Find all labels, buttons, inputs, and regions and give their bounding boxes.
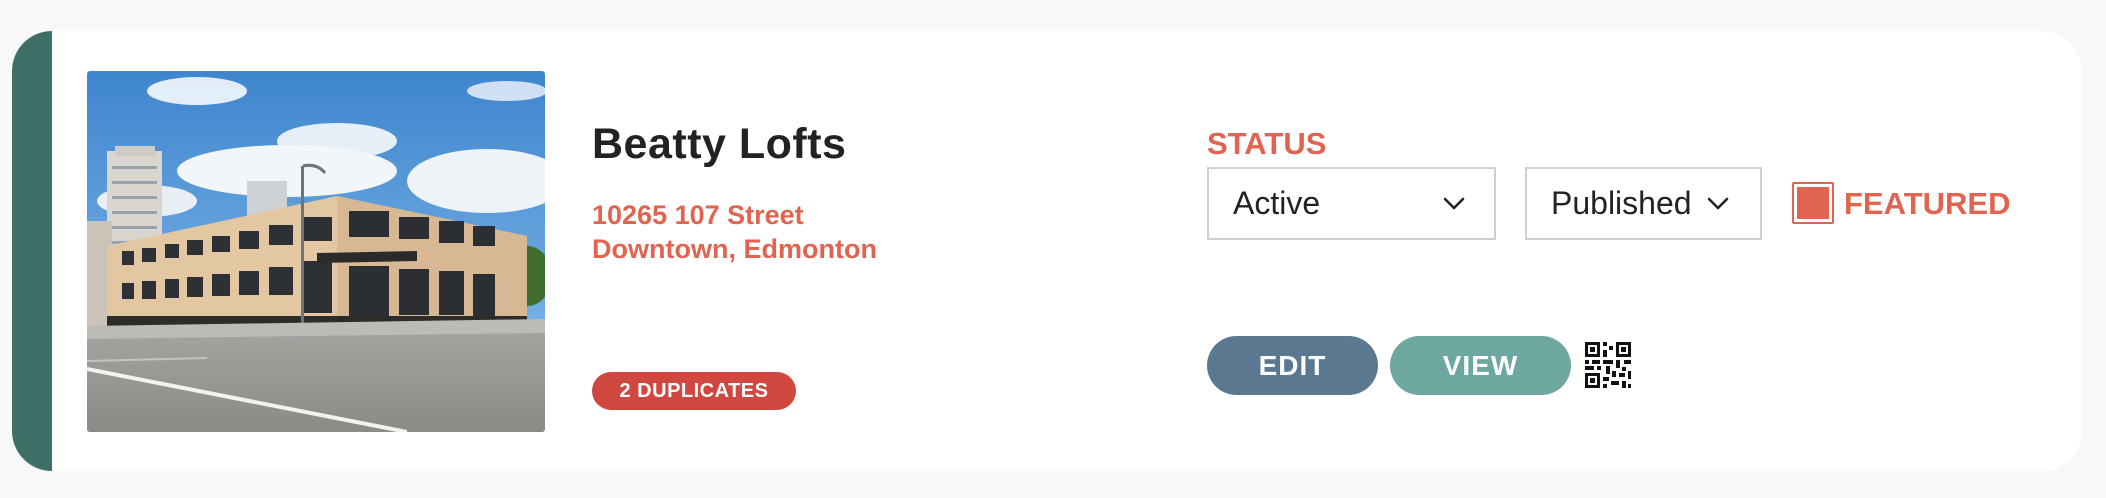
status-select-value: Active xyxy=(1233,185,1321,221)
address-line-street: 10265 107 Street xyxy=(592,200,804,230)
listing-title: Beatty Lofts xyxy=(592,120,847,168)
chevron-down-icon xyxy=(1443,197,1465,209)
duplicates-badge[interactable]: 2 DUPLICATES xyxy=(592,372,796,410)
status-select[interactable]: Active xyxy=(1207,167,1496,240)
chevron-down-icon xyxy=(1707,197,1729,209)
qr-code-icon[interactable] xyxy=(1584,341,1632,389)
listing-card: Beatty Lofts 10265 107 Street Downtown, … xyxy=(12,31,2082,471)
featured-label: FEATURED xyxy=(1844,185,2011,221)
address-line-area: Downtown, Edmonton xyxy=(592,234,877,264)
listing-address: 10265 107 Street Downtown, Edmonton xyxy=(592,198,877,266)
featured-toggle[interactable]: FEATURED xyxy=(1792,182,2010,224)
edit-button[interactable]: EDIT xyxy=(1207,336,1378,395)
card-accent-bar xyxy=(12,31,52,471)
publish-select-value: Published xyxy=(1551,185,1692,221)
publish-select[interactable]: Published xyxy=(1525,167,1762,240)
view-button[interactable]: VIEW xyxy=(1390,336,1571,395)
status-label: STATUS xyxy=(1207,126,1327,161)
featured-checkbox-fill xyxy=(1797,187,1829,219)
listing-photo xyxy=(87,71,545,432)
featured-checkbox[interactable] xyxy=(1792,182,1834,224)
